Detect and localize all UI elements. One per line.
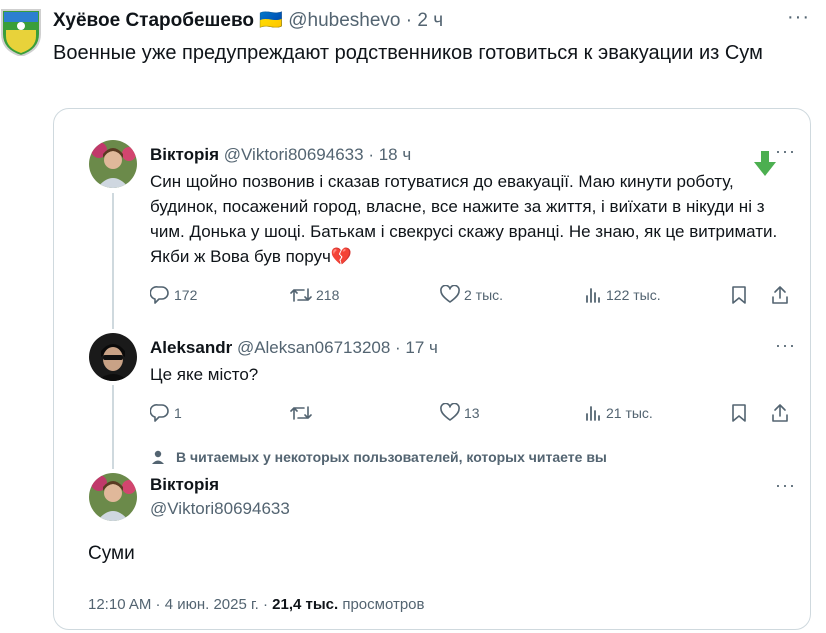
share-button[interactable] [770, 283, 790, 307]
retweet-count: 218 [316, 287, 340, 303]
author-name[interactable]: Aleksandr [150, 338, 232, 357]
reply-icon [150, 404, 169, 422]
views-icon [586, 406, 600, 421]
tweet-actions: 1 13 21 тыс. [150, 401, 795, 425]
like-button[interactable]: 13 [440, 401, 480, 425]
timestamp-text[interactable]: 12:10 AM · 4 июн. 2025 г. · [88, 596, 272, 613]
separator: · [363, 145, 379, 164]
views-label: просмотров [338, 596, 425, 613]
reply-count: 172 [174, 287, 198, 303]
quoted-thread-card[interactable]: Вікторія @Viktori80694633 · 18 ч ··· Син… [53, 108, 811, 630]
views-icon [586, 288, 600, 303]
share-icon [772, 404, 788, 422]
reply-button[interactable]: 1 [150, 401, 182, 425]
author-handle[interactable]: @Viktori80694633 [224, 145, 364, 164]
outer-more-icon[interactable]: ··· [787, 6, 810, 29]
like-count: 2 тыс. [464, 287, 504, 303]
bookmark-button[interactable] [730, 401, 748, 425]
tweet-text: Син щойно позвонив і сказав готуватися д… [150, 169, 790, 269]
bookmark-icon [732, 404, 746, 422]
viktoriya-avatar[interactable] [89, 473, 137, 521]
reply-icon [150, 286, 169, 304]
reply-text: Суми [88, 543, 135, 564]
flag-emoji: 🇺🇦 [259, 10, 283, 31]
share-icon [772, 286, 788, 304]
tweet-timestamp: 12:10 AM · 4 июн. 2025 г. · 21,4 тыс. пр… [88, 596, 425, 613]
thread-line [112, 385, 114, 469]
tweet-text-body: Син щойно позвонив і сказав готуватися д… [150, 172, 778, 266]
tweet-time[interactable]: 18 ч [379, 145, 412, 164]
views-button[interactable]: 21 тыс. [584, 401, 653, 425]
more-icon[interactable]: ··· [775, 475, 796, 496]
author-name[interactable]: Вікторія [150, 145, 219, 164]
viktoriya-avatar[interactable] [89, 140, 137, 188]
views-total: 21,4 тыс. [272, 596, 339, 613]
more-icon[interactable]: ··· [775, 141, 796, 162]
retweet-icon [290, 406, 312, 420]
views-button[interactable]: 122 тыс. [584, 283, 661, 307]
retweet-button[interactable]: 218 [290, 283, 339, 307]
author-handle[interactable]: @Viktori80694633 [150, 499, 290, 519]
like-button[interactable]: 2 тыс. [440, 283, 503, 307]
outer-tweet-header: Хуёвое Старобешево 🇺🇦 @hubeshevo · 2 ч [53, 8, 443, 32]
outer-author-handle[interactable]: @hubeshevo [288, 10, 400, 31]
separator: · [390, 338, 406, 357]
reply-count: 1 [174, 405, 182, 421]
person-icon [152, 450, 164, 464]
social-context: В читаемых у некоторых пользователей, ко… [150, 449, 607, 465]
outer-author-name[interactable]: Хуёвое Старобешево [53, 10, 254, 31]
broken-heart-emoji: 💔 [330, 247, 353, 266]
like-icon [440, 285, 460, 303]
author-handle[interactable]: @Aleksan06713208 [237, 338, 390, 357]
bookmark-button[interactable] [730, 283, 748, 307]
thread-line [112, 193, 114, 329]
outer-tweet-text: Военные уже предупреждают родственников … [53, 42, 763, 64]
social-context-text: В читаемых у некоторых пользователей, ко… [176, 449, 607, 465]
like-icon [440, 403, 460, 421]
bookmark-icon [732, 286, 746, 304]
like-count: 13 [464, 405, 480, 421]
author-name[interactable]: Вікторія [150, 475, 219, 495]
tweet-text: Це яке місто? [150, 365, 259, 384]
reply-button[interactable]: 172 [150, 283, 197, 307]
aleksandr-avatar[interactable] [89, 333, 137, 381]
tweet-header: Aleksandr @Aleksan06713208 · 17 ч [150, 338, 438, 358]
tweet-header: Вікторія @Viktori80694633 · 18 ч [150, 145, 411, 165]
outer-separator: · [400, 10, 418, 31]
views-count: 122 тыс. [606, 287, 661, 303]
tweet-actions: 172 218 2 тыс. 122 тыс. [150, 283, 795, 307]
share-button[interactable] [770, 401, 790, 425]
retweet-button[interactable] [290, 401, 316, 425]
views-count: 21 тыс. [606, 405, 653, 421]
outer-time[interactable]: 2 ч [417, 10, 443, 31]
retweet-icon [290, 288, 312, 302]
tweet-time[interactable]: 17 ч [405, 338, 438, 357]
more-icon[interactable]: ··· [775, 335, 796, 356]
outer-avatar[interactable] [0, 4, 42, 56]
